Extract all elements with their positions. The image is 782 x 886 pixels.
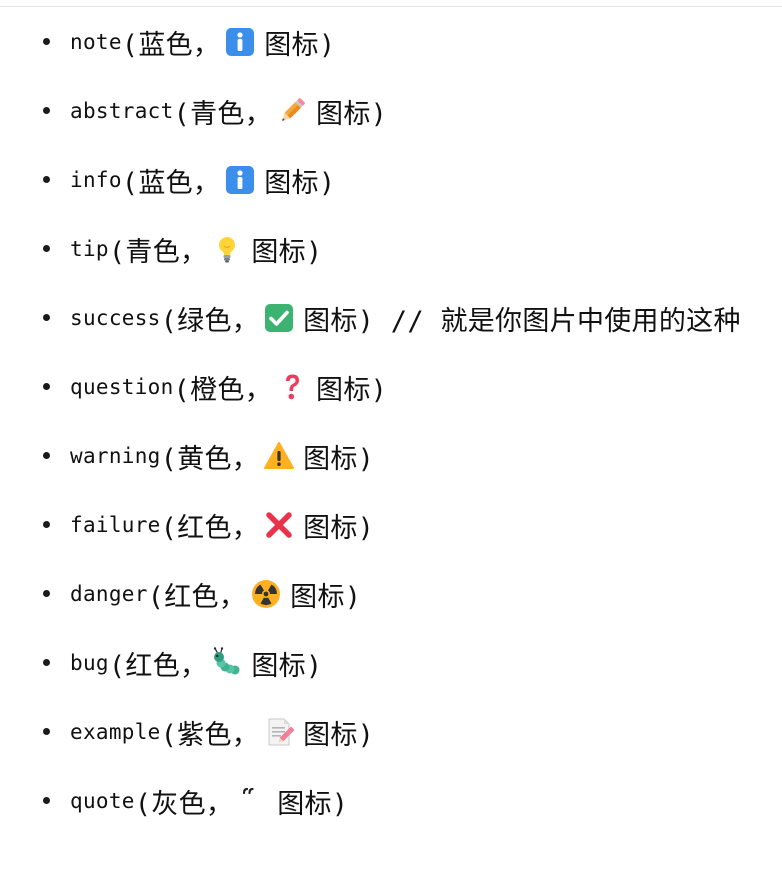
bullet	[43, 314, 50, 321]
information-icon	[224, 26, 256, 58]
radioactive-icon	[250, 578, 282, 610]
list-item-success: success (绿色， 图标) // 就是你图片中使用的这种	[0, 298, 760, 338]
list-item-example: example (紫色， 图标)	[0, 712, 760, 752]
lightbulb-icon	[211, 233, 243, 265]
pencil-icon	[276, 95, 308, 127]
item-description: (蓝色， 图标)	[122, 23, 336, 62]
item-description: (红色， 图标)	[148, 575, 362, 614]
list-item-quote: quote (灰色， 图标)	[0, 781, 760, 821]
type-code: warning (黄色， 图标)	[70, 437, 374, 476]
icon-label: 图标)	[264, 167, 336, 199]
item-description: (红色， 图标)	[109, 644, 323, 683]
icon-label: 图标)	[277, 788, 349, 820]
item-description: (紫色， 图标)	[161, 713, 375, 752]
list-item-info: info (蓝色， 图标)	[0, 160, 760, 200]
icon-label: 图标)	[251, 236, 323, 268]
icon-label: 图标)	[303, 719, 375, 751]
bullet	[43, 659, 50, 666]
comment-text: // 就是你图片中使用的这种	[374, 305, 741, 337]
bullet	[43, 383, 50, 390]
color-text: (红色，	[160, 512, 260, 544]
color-text: (青色，	[173, 98, 273, 130]
item-description: (青色， 图标)	[174, 92, 388, 131]
color-text: (红色，	[108, 650, 208, 682]
color-text: (青色，	[108, 236, 208, 268]
color-text: (黄色，	[160, 443, 260, 475]
list-item-abstract: abstract (青色， 图标)	[0, 91, 760, 131]
icon-label: 图标)	[290, 581, 362, 613]
color-text: (蓝色，	[121, 29, 221, 61]
type-code: danger (红色， 图标)	[70, 575, 361, 614]
bug-icon	[211, 647, 243, 679]
list-item-tip: tip (青色， 图标)	[0, 229, 760, 269]
type-code: success (绿色， 图标) // 就是你图片中使用的这种	[70, 299, 741, 338]
quote-mark-icon	[237, 785, 269, 817]
bullet	[43, 521, 50, 528]
color-text: (灰色，	[134, 788, 234, 820]
list-item-danger: danger (红色， 图标)	[0, 574, 760, 614]
bullet	[43, 176, 50, 183]
list-item-warning: warning (黄色， 图标)	[0, 436, 760, 476]
cross-mark-icon	[263, 509, 295, 541]
type-code: bug (红色， 图标)	[70, 644, 322, 683]
icon-label: 图标)	[303, 305, 375, 337]
warning-icon	[263, 440, 295, 472]
item-description: (橙色， 图标)	[174, 368, 388, 407]
list-item-question: question (橙色， 图标)	[0, 367, 760, 407]
type-code: note (蓝色， 图标)	[70, 23, 335, 62]
icon-label: 图标)	[316, 374, 388, 406]
bullet	[43, 245, 50, 252]
bullet	[43, 107, 50, 114]
item-description: (红色， 图标)	[161, 506, 375, 545]
icon-label: 图标)	[264, 29, 336, 61]
type-code: tip (青色， 图标)	[70, 230, 322, 269]
list-item-failure: failure (红色， 图标)	[0, 505, 760, 545]
bullet	[43, 38, 50, 45]
icon-label: 图标)	[303, 443, 375, 475]
type-code: question (橙色， 图标)	[70, 368, 387, 407]
question-mark-icon	[276, 371, 308, 403]
color-text: (橙色，	[173, 374, 273, 406]
color-text: (绿色，	[160, 305, 260, 337]
type-code: abstract (青色， 图标)	[70, 92, 387, 131]
information-icon	[224, 164, 256, 196]
bullet	[43, 452, 50, 459]
top-divider	[0, 6, 782, 7]
bullet	[43, 728, 50, 735]
type-code: example (紫色， 图标)	[70, 713, 374, 752]
bullet	[43, 797, 50, 804]
item-description: (黄色， 图标)	[161, 437, 375, 476]
color-text: (红色，	[147, 581, 247, 613]
icon-label: 图标)	[316, 98, 388, 130]
item-description: (绿色， 图标) // 就是你图片中使用的这种	[161, 299, 741, 338]
memo-icon	[263, 716, 295, 748]
icon-label: 图标)	[303, 512, 375, 544]
type-code: info (蓝色， 图标)	[70, 161, 335, 200]
item-description: (蓝色， 图标)	[122, 161, 336, 200]
list-item-bug: bug (红色， 图标)	[0, 643, 760, 683]
color-text: (紫色，	[160, 719, 260, 751]
list-item-note: note (蓝色， 图标)	[0, 22, 760, 62]
item-description: (青色， 图标)	[109, 230, 323, 269]
type-code: quote (灰色， 图标)	[70, 782, 348, 821]
bullet	[43, 590, 50, 597]
type-code: failure (红色， 图标)	[70, 506, 374, 545]
color-text: (蓝色，	[121, 167, 221, 199]
item-description: (灰色， 图标)	[135, 782, 349, 821]
check-mark-icon	[263, 302, 295, 334]
icon-label: 图标)	[251, 650, 323, 682]
